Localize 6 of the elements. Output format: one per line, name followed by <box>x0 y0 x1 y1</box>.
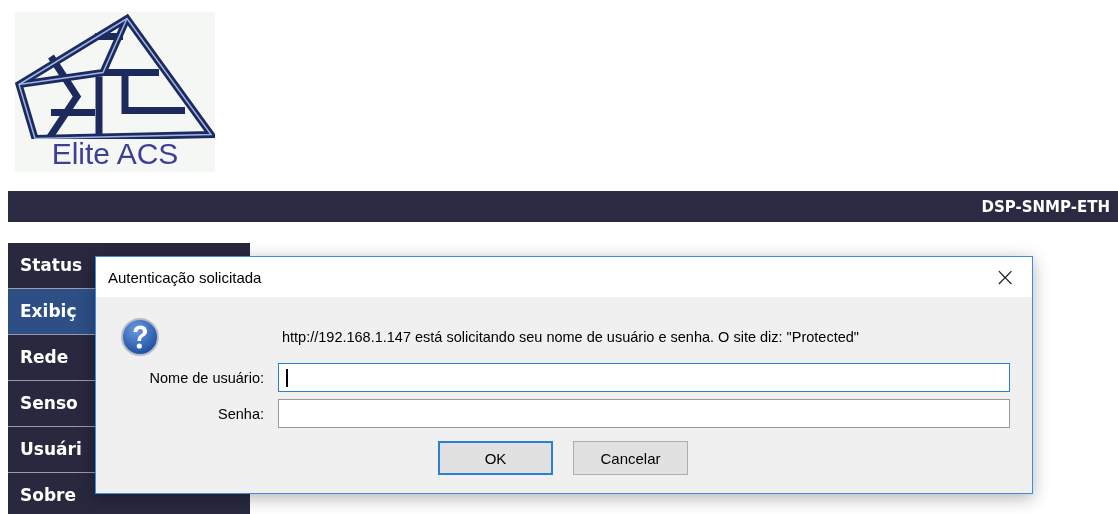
field-label: Nome de usuário: <box>148 369 264 386</box>
dialog-message: http://192.168.1.147 está solicitando seu nome de usuário e senha. O site diz: "Protected" <box>282 329 859 345</box>
device-name: DSP-SNMP-ETH <box>981 197 1110 216</box>
dialog-title: Autenticação solicitada <box>108 268 262 286</box>
logo-text: Elite ACS <box>51 139 179 169</box>
field-label: Senha: <box>217 405 264 422</box>
